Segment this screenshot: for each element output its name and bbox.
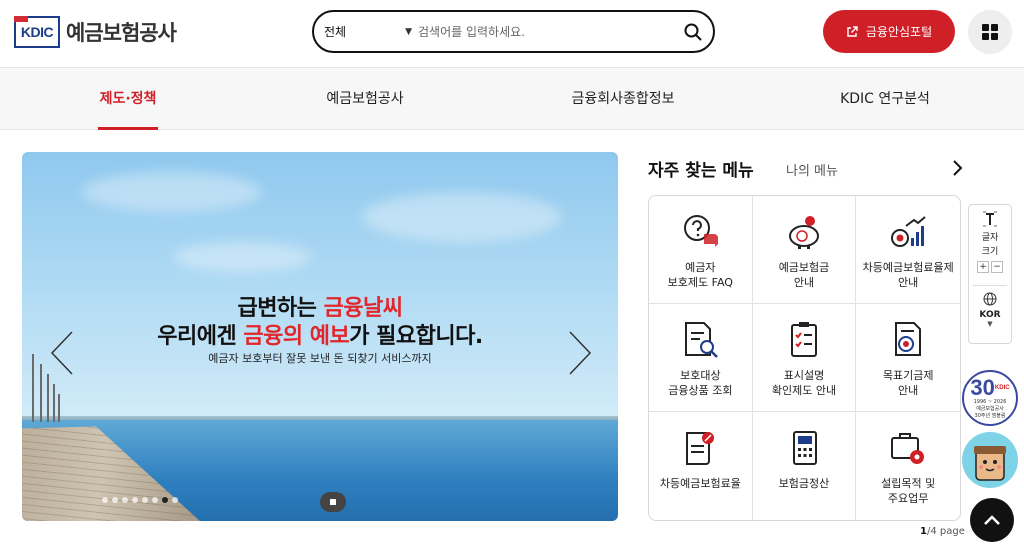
stop-icon: [330, 499, 336, 505]
main-nav: 제도·정책 예금보험공사 금융회사종합정보 KDIC 연구분석: [0, 68, 1024, 130]
search-category-select[interactable]: 전체 ▼: [314, 23, 418, 40]
logo-mark-text: KDIC: [20, 24, 54, 40]
calculator-icon: [792, 431, 817, 465]
text-size-decrease-button[interactable]: −: [991, 261, 1003, 273]
piggy-bank-icon: [788, 216, 819, 249]
menu-item-label: 설립목적 및 주요업무: [881, 477, 936, 505]
menu-item-target-fund[interactable]: 목표기금제 안내: [856, 304, 960, 412]
grid-menu-icon: [982, 24, 998, 40]
financial-safety-portal-button[interactable]: 금융안심포털: [823, 10, 955, 53]
cloud-decoration: [172, 242, 312, 272]
cloud-decoration: [82, 172, 262, 212]
banner-pagination-dot[interactable]: [142, 497, 148, 503]
caret-down-icon: ▼: [987, 320, 993, 328]
language-value: KOR: [979, 310, 1001, 320]
portal-button-label: 금융안심포털: [865, 25, 933, 39]
chevron-right-icon: [953, 160, 963, 176]
text-size-icon: [983, 211, 997, 227]
anniversary-emblem[interactable]: 30KDIC 1996 ~ 2026 예금보험공사 30주년 엠블럼: [962, 370, 1018, 426]
hero-banner[interactable]: 급변하는 금융날씨 우리에겐 금융의 예보가 필요합니다. 예금자 보호부터 잘…: [22, 152, 618, 521]
checklist-icon: [790, 322, 817, 357]
logo-mark: KDIC: [14, 16, 60, 48]
language-selector[interactable]: KOR ▼: [969, 291, 1011, 328]
banner-pagination-dot[interactable]: [122, 497, 128, 503]
banner-pause-button[interactable]: [320, 492, 346, 512]
nav-item-policy[interactable]: 제도·정책: [98, 68, 158, 130]
nav-item-kdic[interactable]: 예금보험공사: [322, 68, 408, 130]
menu-item-differential-rate[interactable]: 차등예금보험료율: [649, 412, 753, 520]
search-button[interactable]: [673, 13, 713, 51]
banner-pagination-dot[interactable]: [102, 497, 108, 503]
search-input[interactable]: [418, 24, 673, 39]
menu-item-disclosure-check[interactable]: 표시설명 확인제도 안내: [752, 304, 857, 412]
document-search-icon: [685, 322, 719, 358]
search-icon: [684, 23, 702, 40]
favorites-page-indicator: 1/4 page: [920, 526, 965, 537]
menu-item-deposit-insurance[interactable]: 예금보험금 안내: [752, 196, 857, 304]
menu-item-label: 보험금정산: [778, 477, 830, 490]
banner-prev-button[interactable]: [46, 328, 82, 378]
banner-pagination-dot[interactable]: [172, 497, 178, 503]
cloud-decoration: [362, 192, 562, 242]
header: KDIC 예금보험공사 전체 ▼ 금융안심포털: [0, 0, 1024, 68]
mascot-chatbot-button[interactable]: [962, 432, 1018, 488]
text-size-increase-button[interactable]: +: [977, 261, 989, 273]
all-menu-button[interactable]: [968, 10, 1012, 54]
fund-document-icon: [895, 322, 922, 356]
external-link-icon: [847, 25, 858, 37]
menu-item-differential-rate-system[interactable]: 차등예금보험료율제 안내: [856, 196, 960, 304]
nav-item-financial-info[interactable]: 금융회사종합정보: [566, 68, 680, 130]
menu-item-label: 보호대상 금융상품 조회: [668, 369, 733, 397]
menu-item-purpose-and-duties[interactable]: 설립목적 및 주요업무: [856, 412, 960, 520]
banner-pagination-dot[interactable]: [132, 497, 138, 503]
banner-subtitle: 예금자 보호부터 잘못 보낸 돈 되찾기 서비스까지: [208, 352, 432, 365]
banner-pagination-dot[interactable]: [112, 497, 118, 503]
menu-item-label: 예금자 보호제도 FAQ: [667, 261, 733, 289]
chevron-down-icon: ▼: [405, 26, 412, 37]
toolbar-divider: [973, 285, 1007, 286]
rate-document-icon: [686, 432, 715, 465]
menu-item-insurance-settlement[interactable]: 보험금정산: [753, 412, 857, 520]
chevron-up-icon: [984, 515, 1000, 525]
chevron-left-icon: [50, 331, 73, 375]
text-size-label-1: 글자: [981, 233, 999, 243]
search-category-value: 전체: [324, 25, 347, 39]
chevron-right-icon: [569, 331, 592, 375]
favorites-title: 자주 찾는 메뉴: [648, 161, 754, 181]
favorites-grid: 예금자 보호제도 FAQ 예금보험금 안내 차등예금보험료율제 안내 보호대상 …: [648, 195, 961, 521]
banner-headline-2: 우리에겐 금융의 예보가 필요합니다.: [157, 324, 483, 349]
growth-chart-icon: [891, 216, 926, 247]
menu-item-label: 차등예금보험료율: [659, 477, 741, 490]
mascot-icon: [974, 446, 1006, 481]
menu-item-faq[interactable]: 예금자 보호제도 FAQ: [649, 196, 753, 304]
menu-item-label: 예금보험금 안내: [778, 261, 830, 289]
favorites-next-button[interactable]: [948, 158, 966, 178]
globe-icon: [983, 292, 997, 306]
anniversary-caption: 예금보험공사 30주년 엠블럼: [974, 405, 1006, 419]
nav-item-research[interactable]: KDIC 연구분석: [838, 68, 932, 130]
banner-next-button[interactable]: [560, 328, 596, 378]
side-toolbar: 글자 크기 + − KOR ▼: [968, 204, 1012, 344]
menu-item-label: 목표기금제 안내: [882, 369, 934, 397]
faq-chat-icon: [684, 215, 719, 247]
text-size-label-2: 크기: [981, 247, 999, 257]
logo-text: 예금보험공사: [66, 21, 177, 45]
my-menu-tab[interactable]: 나의 메뉴: [786, 160, 838, 179]
banner-pagination-dot[interactable]: [152, 497, 158, 503]
search-bar: 전체 ▼: [312, 10, 715, 53]
menu-item-label: 차등예금보험료율제 안내: [862, 261, 954, 289]
scroll-to-top-button[interactable]: [970, 498, 1014, 542]
banner-pagination: [102, 497, 178, 503]
banner-pagination-dot[interactable]: [162, 497, 168, 503]
menu-item-label: 표시설명 확인제도 안내: [771, 369, 837, 397]
anniversary-number: 30KDIC: [970, 374, 1010, 400]
text-size-tool: 글자 크기 + −: [969, 211, 1011, 273]
briefcase-gear-icon: [891, 433, 925, 464]
menu-item-protected-products[interactable]: 보호대상 금융상품 조회: [649, 304, 753, 412]
kdic-logo[interactable]: KDIC 예금보험공사: [14, 16, 177, 48]
anniversary-years: 1996 ~ 2026: [973, 398, 1007, 405]
